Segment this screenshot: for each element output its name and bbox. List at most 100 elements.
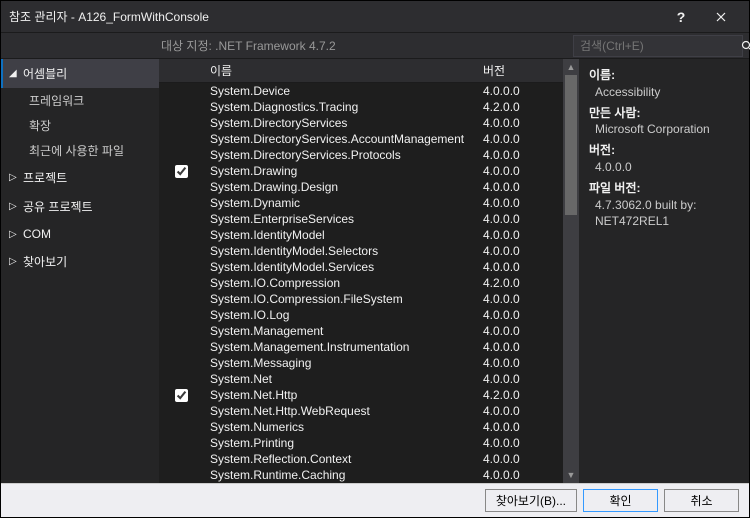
column-name[interactable]: 이름: [204, 62, 483, 79]
list-item[interactable]: System.Dynamic4.0.0.0: [159, 195, 563, 211]
row-name: System.IO.Compression: [204, 276, 483, 290]
search-box[interactable]: [573, 35, 743, 57]
browse-button[interactable]: 찾아보기(B)...: [485, 489, 577, 512]
sidebar-item[interactable]: ▷찾아보기: [1, 247, 159, 276]
detail-name-value: Accessibility: [595, 84, 739, 101]
row-name: System.Net: [204, 372, 483, 386]
row-name: System.Management: [204, 324, 483, 338]
list-item[interactable]: System.Drawing.Design4.0.0.0: [159, 179, 563, 195]
search-icon[interactable]: [741, 35, 750, 57]
row-name: System.Diagnostics.Tracing: [204, 100, 483, 114]
list-item[interactable]: System.IO.Compression.FileSystem4.0.0.0: [159, 291, 563, 307]
row-name: System.Reflection.Context: [204, 452, 483, 466]
list-item[interactable]: System.Reflection.Context4.0.0.0: [159, 451, 563, 467]
detail-version-value: 4.0.0.0: [595, 159, 739, 176]
row-version: 4.0.0.0: [483, 132, 563, 146]
row-checkbox[interactable]: [175, 165, 188, 178]
sidebar-subitem[interactable]: 확장: [1, 113, 159, 138]
ok-button[interactable]: 확인: [583, 489, 658, 512]
row-checkbox[interactable]: [175, 389, 188, 402]
sidebar-item-label: 어셈블리: [23, 65, 67, 82]
close-icon: [716, 12, 726, 22]
list-item[interactable]: System.Diagnostics.Tracing4.2.0.0: [159, 99, 563, 115]
row-version: 4.0.0.0: [483, 228, 563, 242]
list-item[interactable]: System.Runtime.Caching4.0.0.0: [159, 467, 563, 483]
list-item[interactable]: System.DirectoryServices4.0.0.0: [159, 115, 563, 131]
row-version: 4.0.0.0: [483, 356, 563, 370]
list-item[interactable]: System.DirectoryServices.AccountManageme…: [159, 131, 563, 147]
close-button[interactable]: [701, 1, 741, 33]
detail-version-label: 버전:: [589, 142, 739, 159]
list-item[interactable]: System.IO.Compression4.2.0.0: [159, 275, 563, 291]
row-version: 4.0.0.0: [483, 212, 563, 226]
row-name: System.Drawing: [204, 164, 483, 178]
row-version: 4.0.0.0: [483, 340, 563, 354]
checkbox-cell: [159, 389, 204, 402]
sidebar-subitem[interactable]: 프레임워크: [1, 88, 159, 113]
list-item[interactable]: System.IdentityModel.Services4.0.0.0: [159, 259, 563, 275]
list-item[interactable]: System.Numerics4.0.0.0: [159, 419, 563, 435]
search-input[interactable]: [574, 39, 741, 53]
list-item[interactable]: System.Drawing4.0.0.0: [159, 163, 563, 179]
list-body[interactable]: System.Device4.0.0.0System.Diagnostics.T…: [159, 83, 563, 483]
detail-author-value: Microsoft Corporation: [595, 121, 739, 138]
sidebar-subitem[interactable]: 최근에 사용한 파일: [1, 138, 159, 163]
scroll-up-icon[interactable]: ▲: [563, 59, 579, 75]
titlebar: 참조 관리자 - A126_FormWithConsole ?: [1, 1, 749, 33]
list-item[interactable]: System.Net.Http.WebRequest4.0.0.0: [159, 403, 563, 419]
row-version: 4.0.0.0: [483, 452, 563, 466]
row-name: System.IdentityModel.Selectors: [204, 244, 483, 258]
row-name: System.Net.Http.WebRequest: [204, 404, 483, 418]
list-item[interactable]: System.IO.Log4.0.0.0: [159, 307, 563, 323]
help-button[interactable]: ?: [661, 1, 701, 33]
sub-toolbar: 대상 지정: .NET Framework 4.7.2: [1, 33, 749, 59]
list-item[interactable]: System.IdentityModel.Selectors4.0.0.0: [159, 243, 563, 259]
row-version: 4.0.0.0: [483, 404, 563, 418]
list-item[interactable]: System.IdentityModel4.0.0.0: [159, 227, 563, 243]
chevron-right-icon: ▷: [9, 229, 19, 240]
list-item[interactable]: System.Management.Instrumentation4.0.0.0: [159, 339, 563, 355]
sidebar-item[interactable]: ◢ 어셈블리: [1, 59, 159, 88]
list-item[interactable]: System.DirectoryServices.Protocols4.0.0.…: [159, 147, 563, 163]
list-item[interactable]: System.Net.Http4.2.0.0: [159, 387, 563, 403]
row-version: 4.2.0.0: [483, 388, 563, 402]
details-panel: 이름: Accessibility 만든 사람: Microsoft Corpo…: [579, 59, 749, 483]
row-name: System.DirectoryServices.Protocols: [204, 148, 483, 162]
sidebar-item-label: 공유 프로젝트: [23, 198, 93, 215]
list-item[interactable]: System.Management4.0.0.0: [159, 323, 563, 339]
scrollbar[interactable]: ▲ ▼: [563, 59, 579, 483]
row-version: 4.2.0.0: [483, 100, 563, 114]
list-item[interactable]: System.Net4.0.0.0: [159, 371, 563, 387]
sidebar-item[interactable]: ▷ 공유 프로젝트: [1, 192, 159, 221]
assembly-list: 이름 버전 System.Device4.0.0.0System.Diagnos…: [159, 59, 563, 483]
sidebar-item-label: 프로젝트: [23, 169, 67, 186]
list-item[interactable]: System.EnterpriseServices4.0.0.0: [159, 211, 563, 227]
cancel-button[interactable]: 취소: [664, 489, 739, 512]
chevron-down-icon: ◢: [9, 68, 19, 79]
checkbox-cell: [159, 165, 204, 178]
list-item[interactable]: System.Printing4.0.0.0: [159, 435, 563, 451]
sidebar-item-label: 찾아보기: [23, 253, 67, 270]
row-version: 4.0.0.0: [483, 164, 563, 178]
row-name: System.Drawing.Design: [204, 180, 483, 194]
row-version: 4.0.0.0: [483, 468, 563, 482]
window-title: 참조 관리자 - A126_FormWithConsole: [9, 8, 661, 25]
row-version: 4.0.0.0: [483, 196, 563, 210]
sidebar-item[interactable]: ▷COM: [1, 221, 159, 247]
list-item[interactable]: System.Device4.0.0.0: [159, 83, 563, 99]
column-version[interactable]: 버전: [483, 62, 563, 79]
row-name: System.Runtime.Caching: [204, 468, 483, 482]
chevron-right-icon: ▷: [9, 201, 19, 212]
sidebar-item[interactable]: ▷ 프로젝트: [1, 163, 159, 192]
list-item[interactable]: System.Messaging4.0.0.0: [159, 355, 563, 371]
detail-name-label: 이름:: [589, 67, 739, 84]
scroll-thumb[interactable]: [565, 75, 577, 215]
row-name: System.Device: [204, 84, 483, 98]
row-version: 4.0.0.0: [483, 260, 563, 274]
row-name: System.IdentityModel: [204, 228, 483, 242]
detail-filever-value: 4.7.3062.0 built by: NET472REL1: [595, 197, 739, 231]
row-version: 4.2.0.0: [483, 276, 563, 290]
chevron-right-icon: ▷: [9, 172, 19, 183]
scroll-down-icon[interactable]: ▼: [563, 467, 579, 483]
sidebar: ◢어셈블리프레임워크확장최근에 사용한 파일▷프로젝트▷공유 프로젝트▷COM▷…: [1, 59, 159, 483]
